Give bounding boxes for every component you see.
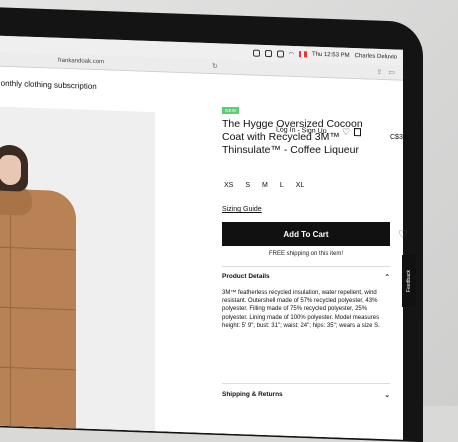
wifi-icon[interactable]: ◠ bbox=[289, 50, 294, 57]
share-icon[interactable]: ⇪ bbox=[377, 68, 383, 76]
menubar-icon[interactable] bbox=[276, 49, 284, 58]
product-photo bbox=[0, 106, 155, 440]
add-to-cart-button[interactable]: Add To Cart bbox=[222, 222, 390, 246]
menubar-clock[interactable]: Thu 12:53 PM bbox=[312, 52, 350, 59]
product-details-heading: Product Details bbox=[222, 273, 270, 280]
divider bbox=[222, 383, 390, 384]
menubar-user[interactable]: Charles Deluvio bbox=[355, 53, 397, 60]
product-price: C$349 bbox=[390, 134, 411, 141]
shipping-note: FREE shipping on this item! bbox=[268, 251, 344, 257]
size-option[interactable]: M bbox=[262, 182, 268, 189]
promo-link[interactable]: Monthly clothing subscription bbox=[0, 78, 97, 91]
new-badge: NEW bbox=[222, 107, 240, 114]
coat-seam bbox=[10, 207, 11, 440]
wishlist-heart-icon[interactable]: ♡ bbox=[398, 228, 408, 241]
chevron-down-icon: ⌄ bbox=[384, 392, 390, 399]
coat-shape bbox=[0, 188, 76, 440]
feedback-label: Feedback bbox=[406, 270, 412, 292]
menubar-icon[interactable] bbox=[252, 49, 260, 57]
size-selector: XS S M L XL bbox=[224, 182, 304, 189]
shipping-returns-toggle[interactable]: Shipping & Returns ⌄ bbox=[222, 391, 390, 399]
add-to-cart-label: Add To Cart bbox=[283, 229, 329, 239]
divider bbox=[222, 266, 390, 267]
size-option[interactable]: XL bbox=[296, 182, 305, 189]
size-option[interactable]: L bbox=[280, 182, 284, 189]
chevron-up-icon: ⌃ bbox=[384, 274, 390, 281]
model-face bbox=[0, 154, 21, 186]
product-details-text: 3M™ featherless recycled insulation, wat… bbox=[222, 290, 380, 329]
size-option[interactable]: S bbox=[245, 182, 250, 189]
reload-icon[interactable]: ↻ bbox=[212, 62, 218, 70]
canada-flag-icon[interactable] bbox=[298, 51, 307, 58]
sizing-guide-link[interactable]: Sizing Guide bbox=[222, 206, 262, 213]
shipping-returns-heading: Shipping & Returns bbox=[222, 391, 283, 398]
size-option[interactable]: XS bbox=[224, 182, 233, 189]
tabs-icon[interactable]: ▭ bbox=[388, 68, 395, 76]
menubar-icon[interactable] bbox=[264, 49, 272, 57]
product-title: The Hygge Oversized Cocoon Coat with Rec… bbox=[222, 118, 363, 156]
url-text[interactable]: frankandoak.com bbox=[58, 58, 104, 66]
feedback-tab[interactable]: Feedback bbox=[402, 255, 416, 307]
product-details-toggle[interactable]: Product Details ⌃ bbox=[222, 273, 390, 281]
